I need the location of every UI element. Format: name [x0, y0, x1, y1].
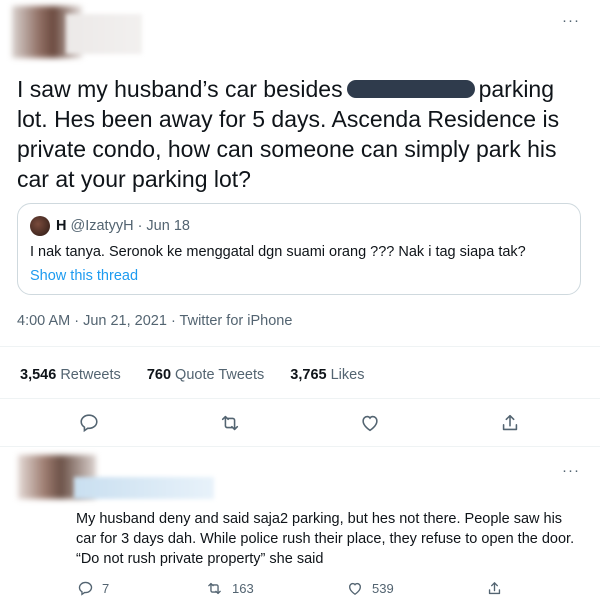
divider: [0, 398, 600, 399]
retweet-icon: [221, 415, 239, 431]
redacted-block: [346, 79, 475, 98]
reply-author-blurred[interactable]: [14, 455, 214, 505]
more-options-icon[interactable]: ···: [562, 462, 580, 479]
quote-tweets-stat[interactable]: 760 Quote Tweets: [147, 367, 268, 383]
likes-count: 3,765: [290, 367, 327, 383]
reply-share-button[interactable]: [486, 580, 503, 597]
retweets-stat[interactable]: 3,546 Retweets: [20, 367, 125, 383]
comment-icon: [80, 414, 98, 433]
retweet-button[interactable]: [218, 412, 242, 439]
reply-like-button[interactable]: 539: [346, 580, 394, 597]
quoted-text: I nak tanya. Seronok ke menggatal dgn su…: [30, 244, 526, 260]
reply-text: My husband deny and said saja2 parking, …: [76, 511, 575, 567]
quote-tweets-label: Quote Tweets: [175, 367, 265, 383]
author-avatar-blurred[interactable]: [12, 6, 142, 62]
quoted-handle[interactable]: @IzatyyH · Jun 18: [70, 218, 189, 234]
tweet-stats: 3,546 Retweets 760 Quote Tweets 3,765 Li…: [20, 367, 386, 383]
retweet-count: 163: [232, 581, 254, 596]
quoted-avatar[interactable]: [30, 216, 50, 236]
likes-label: Likes: [330, 367, 365, 383]
like-count: 539: [372, 581, 394, 596]
retweets-label: Retweets: [60, 367, 121, 383]
reply-retweet-button[interactable]: 163: [205, 580, 254, 597]
quoted-name[interactable]: H: [56, 218, 66, 234]
likes-stat[interactable]: 3,765 Likes: [290, 367, 364, 383]
reply-count: 7: [102, 581, 110, 596]
tweet-text: I saw my husband’s car besides parking lo…: [17, 74, 587, 194]
comment-icon: [78, 581, 93, 596]
heart-icon: [362, 415, 378, 432]
show-thread-link[interactable]: Show this thread: [30, 268, 138, 284]
divider: [0, 446, 600, 447]
reply-reply-button[interactable]: 7: [77, 580, 109, 597]
share-icon: [488, 582, 501, 595]
quoted-tweet[interactable]: H @IzatyyH · Jun 18 I nak tanya. Seronok…: [17, 203, 581, 295]
share-icon: [502, 414, 518, 431]
tweet-timestamp[interactable]: 4:00 AM · Jun 21, 2021 · Twitter for iPh…: [17, 313, 292, 329]
more-options-icon[interactable]: ···: [562, 12, 580, 29]
retweets-count: 3,546: [20, 367, 57, 383]
heart-icon: [349, 582, 361, 595]
share-button[interactable]: [499, 412, 521, 439]
tweet-text-part1: I saw my husband’s car besides: [17, 76, 343, 102]
reply-button[interactable]: [78, 412, 100, 439]
divider: [0, 346, 600, 347]
like-button[interactable]: [359, 412, 381, 439]
quote-tweets-count: 760: [146, 367, 172, 383]
retweet-icon: [208, 582, 221, 595]
quoted-tweet-header: H @IzatyyH · Jun 18: [30, 216, 190, 236]
